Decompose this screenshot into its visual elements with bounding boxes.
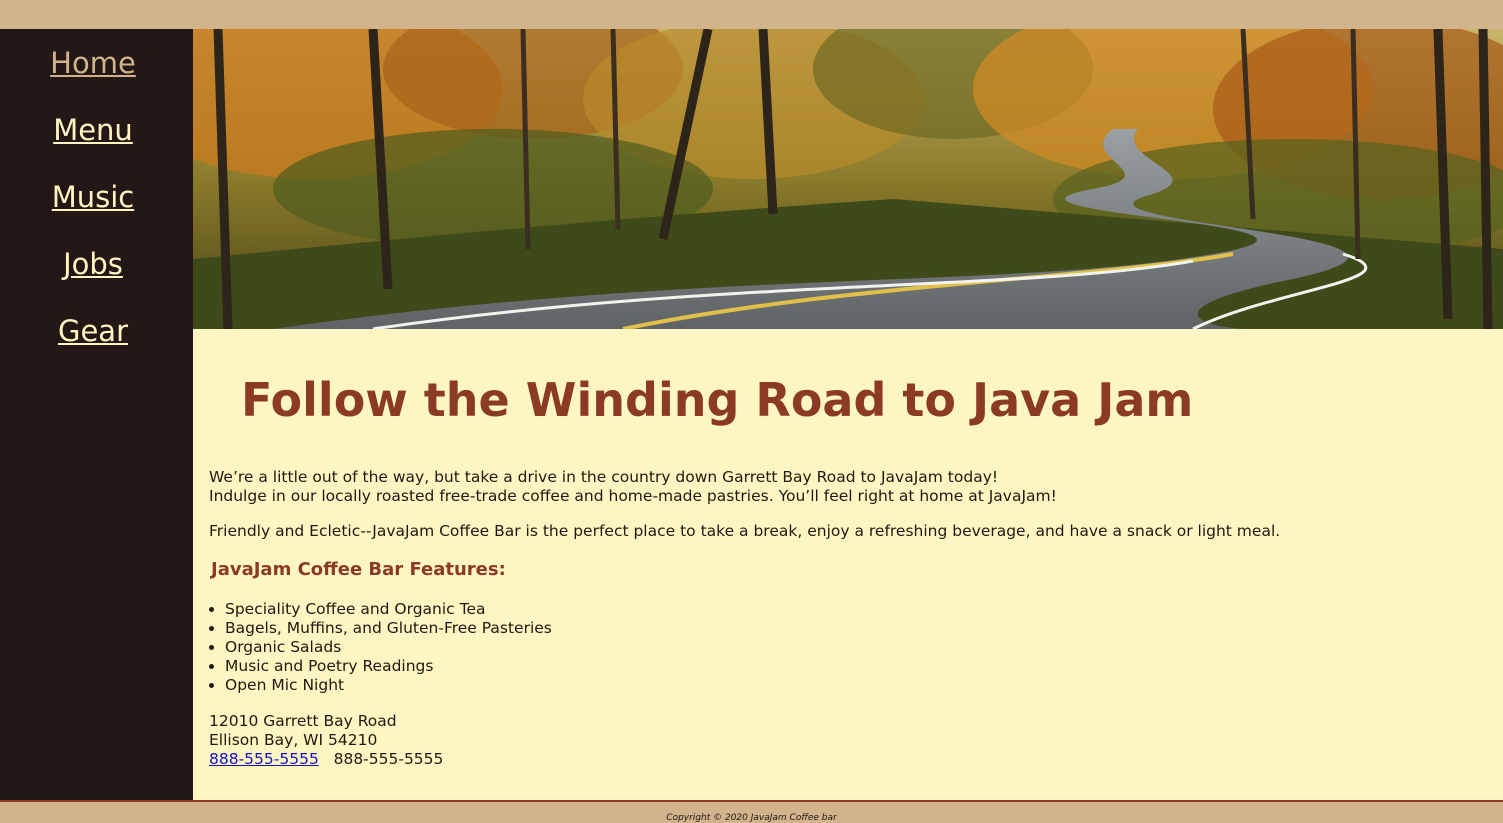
winding-road-illustration xyxy=(193,29,1503,329)
nav-link-jobs[interactable]: Jobs xyxy=(0,247,186,281)
hero-image xyxy=(193,29,1503,329)
nav-link-menu[interactable]: Menu xyxy=(0,113,186,147)
footer: Copyright © 2020 JavaJam Coffee bar xyxy=(0,800,1503,823)
features-heading: JavaJam Coffee Bar Features: xyxy=(211,559,506,580)
list-item: Organic Salads xyxy=(225,638,552,657)
list-item: Speciality Coffee and Organic Tea xyxy=(225,600,552,619)
address-line-2: Ellison Bay, WI 54210 xyxy=(209,731,378,749)
description-paragraph: Friendly and Ecletic--JavaJam Coffee Bar… xyxy=(209,522,1281,540)
list-item: Bagels, Muffins, and Gluten-Free Pasteri… xyxy=(225,619,552,638)
phone-link[interactable]: 888-555-5555 xyxy=(209,750,319,768)
main-content: Follow the Winding Road to Java Jam We’r… xyxy=(193,329,1503,800)
phone-row: 888-555-5555 888-555-5555 xyxy=(209,750,443,769)
top-band xyxy=(0,0,1503,29)
features-list: Speciality Coffee and Organic Tea Bagels… xyxy=(193,600,552,695)
nav-link-home[interactable]: Home xyxy=(0,46,186,80)
intro-line-2: Indulge in our locally roasted free-trad… xyxy=(209,487,1057,505)
copyright-text: Copyright © 2020 JavaJam Coffee bar xyxy=(666,813,837,823)
page-headline: Follow the Winding Road to Java Jam xyxy=(241,373,1194,427)
address-line-1: 12010 Garrett Bay Road xyxy=(209,712,397,730)
list-item: Open Mic Night xyxy=(225,676,552,695)
list-item: Music and Poetry Readings xyxy=(225,657,552,676)
nav-link-gear[interactable]: Gear xyxy=(0,314,186,348)
intro-line-1: We’re a little out of the way, but take … xyxy=(209,468,999,486)
phone-text: 888-555-5555 xyxy=(333,750,444,768)
nav-link-music[interactable]: Music xyxy=(0,180,186,214)
sidebar-nav: Home Menu Music Jobs Gear xyxy=(0,29,193,800)
